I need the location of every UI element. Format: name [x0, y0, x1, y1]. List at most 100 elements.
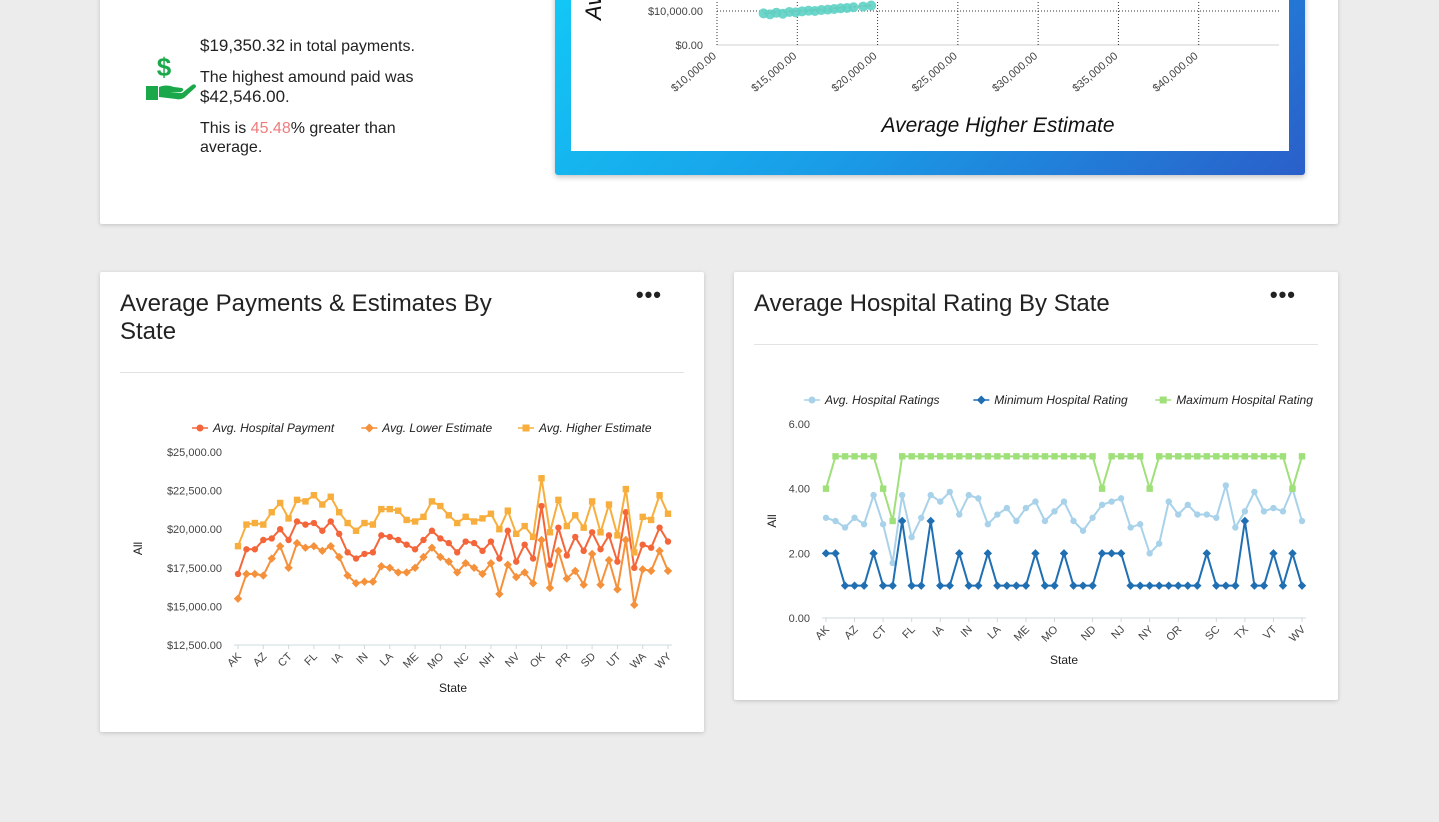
rating-data-point	[908, 533, 915, 541]
rating-x-tick-label: VT	[1261, 623, 1280, 642]
svg-text:$: $	[157, 52, 172, 82]
payments-data-point	[538, 502, 545, 510]
rating-data-point	[1278, 581, 1288, 590]
rating-line-chart: 0.00 2.00 4.00 6.00 AK AZ CT FL IA IN LA ME MO ND NJ NY…	[765, 393, 1313, 667]
pct-prefix: This is	[200, 120, 251, 137]
payments-data-point	[656, 492, 663, 499]
rating-data-point	[870, 453, 877, 460]
scatter-point	[848, 2, 859, 13]
payments-data-point	[251, 519, 259, 527]
rating-data-point	[1032, 498, 1039, 505]
rating-data-point	[1222, 482, 1230, 489]
rating-y-axis-label: All	[765, 514, 779, 527]
payments-x-tick-label: ME	[401, 651, 421, 671]
rating-data-point	[1059, 549, 1069, 558]
rating-data-point	[898, 491, 906, 499]
payments-data-point	[335, 509, 343, 516]
rating-data-point	[1135, 581, 1145, 590]
rating-data-point	[1088, 581, 1097, 590]
rating-data-point	[889, 517, 896, 525]
rating-x-tick-label: NY	[1137, 623, 1157, 643]
payments-data-point	[496, 526, 503, 533]
payments-data-point	[310, 492, 318, 499]
rating-data-point	[1108, 498, 1115, 505]
rating-data-point	[1079, 527, 1087, 534]
payments-x-tick-label: AK	[225, 650, 244, 669]
payments-data-point	[301, 543, 310, 552]
rating-data-point	[1194, 511, 1201, 518]
payments-data-point	[251, 546, 259, 553]
rating-data-point	[1002, 581, 1012, 590]
rating-menu-icon[interactable]: •••	[1270, 284, 1296, 306]
summary-text: $19,350.32 in total payments. The highes…	[200, 36, 430, 169]
payments-data-point	[259, 571, 268, 580]
scatter-y-tick-label: $10,000.00	[648, 6, 703, 18]
payments-data-point	[402, 568, 411, 577]
rating-data-point	[1078, 581, 1088, 590]
rating-data-point	[1221, 581, 1231, 590]
rating-data-point	[1241, 508, 1249, 515]
payments-data-point	[292, 538, 302, 548]
rating-data-point	[1117, 495, 1125, 502]
payments-data-point	[554, 546, 563, 556]
payments-data-point	[250, 569, 260, 579]
rating-data-point	[918, 453, 925, 460]
rating-divider	[754, 344, 1318, 345]
rating-data-point	[908, 453, 915, 460]
payments-data-point	[385, 563, 394, 572]
rating-data-point	[994, 453, 1001, 460]
rating-data-point	[1165, 498, 1172, 505]
payments-data-point	[327, 518, 334, 525]
rating-data-point	[956, 511, 963, 518]
rating-data-point	[822, 514, 830, 521]
rating-data-point	[1259, 581, 1269, 590]
payments-x-tick-label: UT	[605, 650, 624, 669]
payments-data-point	[420, 513, 427, 521]
rating-data-point	[1021, 581, 1031, 590]
payments-data-point	[639, 541, 646, 548]
payments-data-point	[319, 501, 326, 508]
rating-data-point	[1202, 549, 1211, 558]
rating-data-point	[926, 516, 935, 526]
rating-data-point	[927, 453, 934, 460]
payments-x-tick-label: WA	[628, 650, 649, 671]
rating-data-point	[1213, 514, 1220, 521]
payments-data-point	[597, 546, 604, 553]
payments-data-point	[411, 546, 419, 553]
rating-data-point	[1032, 453, 1039, 460]
rating-data-point	[1184, 453, 1191, 460]
payments-data-point	[344, 549, 351, 556]
payments-data-point	[394, 507, 402, 514]
rating-data-point	[1250, 581, 1259, 590]
payments-data-point	[234, 542, 242, 550]
rating-data-point	[1232, 453, 1239, 460]
payments-menu-icon[interactable]: •••	[636, 284, 662, 306]
payments-data-point	[622, 485, 630, 493]
rating-legend-marker	[976, 395, 986, 405]
scatter-chart-panel: $0.00 $10,000.00 $10,000.00 $15,000.00 $20,0…	[571, 0, 1289, 151]
scatter-x-tick-label: $10,000.00	[669, 50, 719, 95]
rating-data-point	[1097, 549, 1107, 558]
payments-data-point	[403, 516, 410, 524]
payments-data-point	[588, 529, 596, 536]
rating-data-point	[1041, 453, 1049, 460]
payments-data-point	[268, 535, 275, 542]
rating-data-point	[965, 491, 972, 499]
rating-data-point	[1164, 581, 1173, 590]
rating-x-tick-label: OR	[1164, 624, 1184, 644]
payments-data-point	[555, 496, 562, 504]
payments-data-point	[454, 549, 461, 556]
rating-data-point	[1022, 504, 1030, 512]
rating-data-point	[832, 453, 839, 460]
rating-series-line	[825, 455, 1303, 522]
payments-x-tick-label: WY	[653, 650, 674, 671]
payments-data-point	[361, 519, 368, 527]
total-amount: $19,350.32	[200, 36, 286, 55]
rating-card-title: Average Hospital Rating By State	[754, 290, 1110, 317]
rating-legend-marker	[1159, 396, 1167, 404]
rating-data-point	[1289, 485, 1296, 492]
payments-data-point	[613, 585, 622, 594]
pct-value: 45.48	[250, 120, 291, 137]
payments-data-point	[605, 532, 613, 539]
rating-data-point	[821, 549, 831, 558]
